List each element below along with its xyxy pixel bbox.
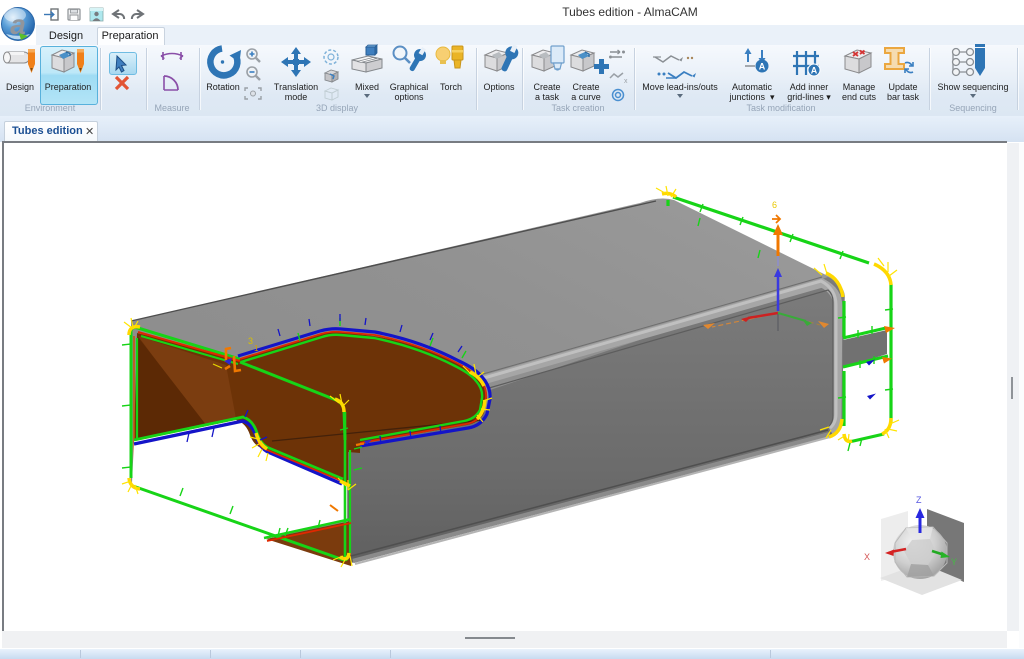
svg-text:Z: Z (916, 495, 922, 505)
svg-text:1: 1 (254, 344, 259, 353)
svg-text:X: X (864, 552, 870, 562)
svg-text:3: 3 (248, 336, 253, 346)
svg-text:A: A (811, 66, 818, 76)
svg-text:A: A (759, 62, 766, 72)
svg-text:Y: Y (951, 557, 957, 567)
svg-text:6: 6 (772, 200, 777, 210)
svg-text:x: x (624, 78, 628, 85)
